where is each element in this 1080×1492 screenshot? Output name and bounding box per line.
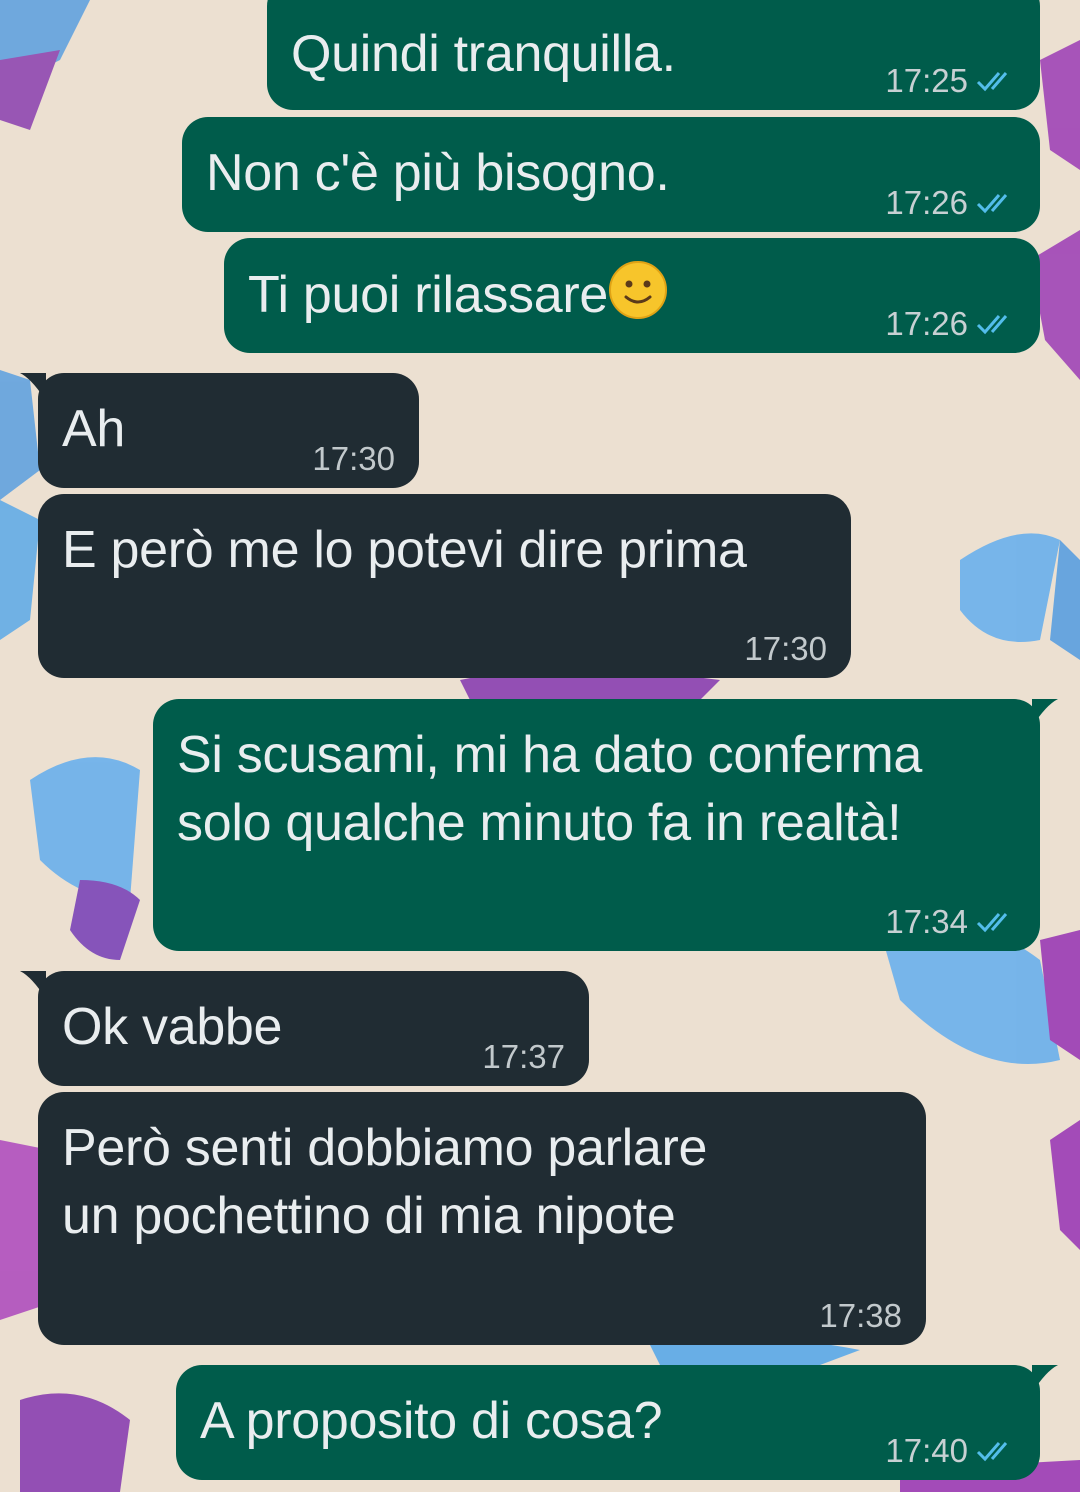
message-time: 17:25	[885, 62, 968, 99]
message-text: A proposito di cosa?	[200, 1392, 663, 1450]
bubble-tail	[20, 373, 46, 401]
message-bubble-outgoing[interactable]: Ti puoi rilassare 17:26	[224, 238, 1040, 353]
message-text: Quindi tranquilla.	[291, 25, 676, 83]
message-text: E però me lo potevi dire prima	[62, 521, 747, 579]
butterfly-icon	[0, 370, 40, 640]
message-meta: 17:40	[885, 1432, 1016, 1470]
message-time: 17:30	[744, 630, 827, 667]
message-text: Ti puoi rilassare	[248, 260, 668, 329]
message-text: Ah	[62, 400, 126, 458]
butterfly-icon	[960, 533, 1080, 660]
message-time: 17:26	[885, 184, 968, 221]
message-meta: 17:30	[744, 630, 827, 668]
message-time: 17:38	[819, 1297, 902, 1334]
bubble-tail	[1032, 1365, 1058, 1393]
message-meta: 17:26	[885, 184, 1016, 222]
read-ticks-icon	[976, 194, 1008, 214]
read-ticks-icon	[976, 72, 1008, 92]
message-meta: 17:25	[885, 62, 1016, 100]
message-text-content: Ti puoi rilassare	[248, 266, 608, 324]
message-text: Ok vabbe	[62, 998, 283, 1056]
message-text-line: solo qualche minuto fa in realtà!	[177, 794, 902, 852]
message-meta: 17:34	[885, 903, 1016, 941]
read-ticks-icon	[976, 913, 1008, 933]
bubble-tail	[20, 971, 46, 999]
message-meta: 17:30	[312, 440, 395, 478]
butterfly-icon	[0, 0, 90, 130]
message-bubble-incoming[interactable]: Ok vabbe 17:37	[20, 971, 589, 1086]
message-bubble-outgoing[interactable]: Non c'è più bisogno. 17:26	[182, 117, 1040, 232]
read-ticks-icon	[976, 1442, 1008, 1462]
message-bubble-outgoing[interactable]: A proposito di cosa? 17:40	[176, 1365, 1058, 1480]
message-bubble-outgoing[interactable]: Quindi tranquilla. 17:25	[267, 0, 1040, 110]
message-bubble-incoming[interactable]: E però me lo potevi dire prima 17:30	[38, 494, 851, 678]
message-bubble-incoming[interactable]: Ah 17:30	[20, 373, 419, 488]
message-bubble-outgoing[interactable]: Si scusami, mi ha dato conferma solo qua…	[153, 699, 1058, 951]
message-time: 17:37	[482, 1038, 565, 1075]
message-meta: 17:37	[482, 1038, 565, 1076]
message-text-line: Però senti dobbiamo parlare	[62, 1119, 708, 1177]
read-ticks-icon	[976, 315, 1008, 335]
message-text: Non c'è più bisogno.	[206, 144, 670, 202]
butterfly-icon	[30, 757, 140, 960]
bubble-tail	[1032, 699, 1058, 727]
message-text-line: un pochettino di mia nipote	[62, 1187, 676, 1245]
message-meta: 17:38	[819, 1297, 902, 1335]
message-text-line: Si scusami, mi ha dato conferma	[177, 726, 923, 784]
message-time: 17:30	[312, 440, 395, 477]
message-time: 17:26	[885, 305, 968, 342]
message-time: 17:34	[885, 903, 968, 940]
message-bubble-incoming[interactable]: Però senti dobbiamo parlare un pochettin…	[38, 1092, 926, 1345]
message-meta: 17:26	[885, 305, 1016, 343]
message-time: 17:40	[885, 1432, 968, 1469]
slightly-smiling-face-icon	[609, 261, 667, 319]
